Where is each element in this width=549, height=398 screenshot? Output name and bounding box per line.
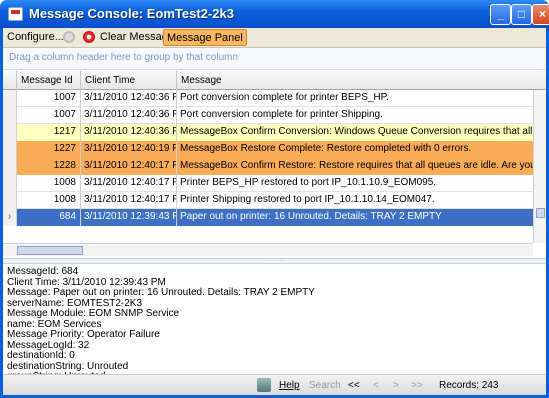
detail-line: Message Priority: Operator Failure — [7, 329, 160, 340]
row-selector[interactable] — [3, 192, 17, 209]
cell-message-id: 1217 — [17, 124, 81, 141]
group-by-area[interactable]: Drag a column header here to group by th… — [3, 48, 546, 70]
window-title: Message Console: EomTest2-2k3 — [29, 6, 234, 21]
detail-line: destinationId: 0 — [7, 350, 75, 361]
table-row[interactable]: 1227 3/11/2010 12:40:19 PM MessageBox Rest… — [3, 141, 533, 158]
detail-line: Message Module: EOM SNMP Service — [7, 308, 180, 319]
cell-message: Printer BEPS_HP restored to port IP_10.1… — [180, 177, 437, 188]
vertical-scroll-thumb[interactable] — [536, 208, 545, 218]
horizontal-scrollbar[interactable] — [3, 243, 533, 256]
row-selector[interactable] — [3, 158, 17, 175]
row-selector[interactable] — [3, 141, 17, 158]
cell-message-id: 1007 — [17, 90, 81, 107]
table-row[interactable]: 1008 3/11/2010 12:40:17 PM Printer Shippin… — [3, 192, 533, 209]
cell-client-time: 3/11/2010 12:40:36 PM — [81, 90, 177, 107]
next-page-button[interactable]: > — [393, 380, 399, 391]
row-selector-header — [3, 71, 17, 90]
row-selector[interactable] — [3, 107, 17, 124]
client-area: Configure... Clear Messages Message Pane… — [3, 28, 546, 395]
message-grid: Message Id Client Time Message 1007 3/11/… — [3, 71, 546, 258]
cell-message-id: 1008 — [17, 192, 81, 209]
minimize-button[interactable]: _ — [490, 4, 511, 25]
close-button[interactable]: × — [532, 4, 549, 25]
stop-icon[interactable] — [83, 31, 95, 43]
grid-rows: 1007 3/11/2010 12:40:36 PM Port conversion… — [3, 90, 533, 243]
table-row[interactable]: 1007 3/11/2010 12:40:36 PM Port conversion… — [3, 90, 533, 107]
cell-client-time: 3/11/2010 12:39:43 PM — [81, 209, 177, 226]
row-selector[interactable] — [3, 124, 17, 141]
help-book-icon[interactable] — [257, 378, 271, 392]
cell-message-id: 1227 — [17, 141, 81, 158]
table-row[interactable]: › 684 3/11/2010 12:39:43 PM Paper out on pr… — [3, 209, 533, 226]
cell-client-time: 3/11/2010 12:40:17 PM — [81, 192, 177, 209]
cell-message-id: 1008 — [17, 175, 81, 192]
status-bar: Help Search << < > >> Records: 243 — [3, 374, 546, 395]
cell-message: MessageBox Confirm Restore: Restore requ… — [177, 158, 533, 175]
configure-button[interactable]: Configure... — [7, 31, 64, 43]
horizontal-scroll-thumb[interactable] — [17, 246, 83, 255]
cell-message: Paper out on printer: 16 Unrouted. Detai… — [177, 209, 533, 226]
title-bar[interactable]: Message Console: EomTest2-2k3 _ □ × — [0, 0, 549, 28]
row-selector[interactable] — [3, 175, 17, 192]
cell-message: Printer Shipping restored to port IP_10.… — [180, 194, 435, 205]
table-row[interactable]: 1217 3/11/2010 12:40:36 PM MessageBox Conf… — [3, 124, 533, 141]
vertical-scrollbar[interactable] — [533, 90, 546, 243]
table-row[interactable]: 1008 3/11/2010 12:40:17 PM Printer BEPS_HP… — [3, 175, 533, 192]
cell-client-time: 3/11/2010 12:40:36 PM — [81, 124, 177, 141]
message-detail-panel: MessageId: 684 Client Time: 3/11/2010 12:… — [3, 266, 546, 381]
cell-message: Port conversion complete for printer BEP… — [180, 92, 389, 103]
cell-client-time: 3/11/2010 12:40:19 PM — [81, 141, 177, 158]
detail-line: MessageId: 684 — [7, 266, 79, 277]
cell-message: Port conversion complete for printer Shi… — [180, 109, 383, 120]
disabled-circle-icon — [63, 31, 75, 43]
last-page-button[interactable]: >> — [411, 380, 423, 391]
row-selector[interactable] — [3, 90, 17, 107]
column-header-client-time[interactable]: Client Time — [81, 71, 177, 90]
cell-message-id: 1228 — [17, 158, 81, 175]
grid-header: Message Id Client Time Message — [3, 71, 546, 90]
search-link[interactable]: Search — [309, 380, 341, 391]
message-console-window: Message Console: EomTest2-2k3 _ □ × Conf… — [0, 0, 549, 398]
cell-message: MessageBox Restore Complete: Restore com… — [177, 141, 533, 158]
detail-line: Message: Paper out on printer: 16 Unrout… — [7, 287, 315, 298]
toolbar: Configure... Clear Messages Message Pane… — [3, 28, 546, 48]
column-header-message-id[interactable]: Message Id — [17, 71, 81, 90]
help-link[interactable]: Help — [279, 380, 300, 391]
cell-message-id: 684 — [17, 209, 81, 226]
maximize-button[interactable]: □ — [511, 4, 532, 25]
cell-client-time: 3/11/2010 12:40:17 PM — [81, 158, 177, 175]
app-icon — [8, 7, 23, 21]
first-page-button[interactable]: << — [348, 380, 360, 391]
panel-splitter[interactable]: · · · · · — [3, 258, 546, 264]
records-count: Records: 243 — [439, 380, 499, 391]
detail-line: MessageLogId: 32 — [7, 339, 90, 351]
message-panel-button[interactable]: Message Panel — [163, 29, 247, 46]
table-row[interactable]: 1228 3/11/2010 12:40:17 PM MessageBox Conf… — [3, 158, 533, 175]
prev-page-button[interactable]: < — [373, 380, 379, 391]
row-selector[interactable]: › — [3, 209, 17, 226]
table-row[interactable]: 1007 3/11/2010 12:40:36 PM Port conversion… — [3, 107, 533, 124]
cell-message-id: 1007 — [17, 107, 81, 124]
cell-client-time: 3/11/2010 12:40:36 PM — [81, 107, 177, 124]
column-header-message[interactable]: Message — [177, 71, 533, 90]
cell-client-time: 3/11/2010 12:40:17 PM — [81, 175, 177, 192]
cell-message: MessageBox Confirm Conversion: Windows Q… — [177, 124, 533, 141]
